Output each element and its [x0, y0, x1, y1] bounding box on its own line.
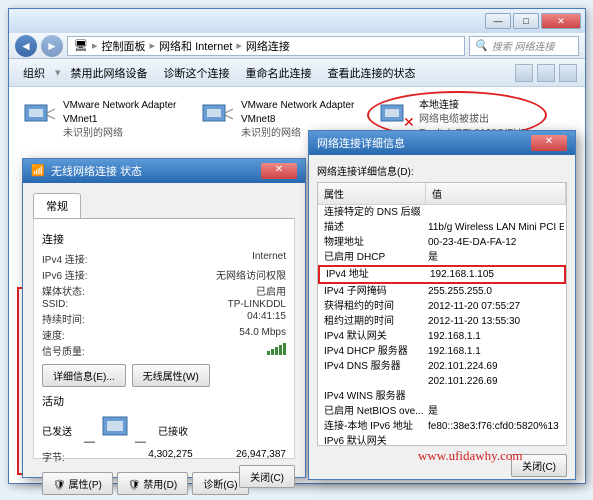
bytes-label: 字节:	[42, 449, 132, 464]
status-row: IPv4 连接:Internet	[42, 251, 286, 266]
wifi-icon: 📶	[31, 164, 45, 178]
detail-row: 已启用 NetBIOS ove...是	[318, 404, 566, 419]
computer-icon: 🖥	[74, 39, 88, 52]
details-button[interactable]: 详细信息(E)...	[42, 364, 126, 387]
connection-section-label: 连接	[42, 231, 286, 247]
search-icon: 🔍	[474, 39, 488, 52]
detail-row: 已启用 DHCP是	[318, 250, 566, 265]
tab-header: 常规	[33, 193, 295, 219]
status-row: IPv6 连接:无网络访问权限	[42, 267, 286, 282]
bytes-sent-value: 4,302,275	[132, 449, 209, 464]
search-input[interactable]: 🔍 搜索 网络连接	[469, 36, 579, 56]
properties-button[interactable]: 🛡 属性(P)	[42, 472, 113, 495]
network-adapter-icon	[199, 99, 235, 131]
maximize-button[interactable]: □	[513, 13, 539, 29]
status-row: 持续时间:04:41:15	[42, 311, 286, 326]
preview-icon[interactable]	[537, 64, 555, 82]
detail-row: IPv4 DNS 服务器202.101.224.69	[318, 359, 566, 374]
main-titlebar: — □ ✕	[9, 9, 585, 33]
detail-row: IPv4 子网掩码255.255.255.0	[318, 284, 566, 299]
close-button[interactable]: ✕	[531, 135, 567, 151]
network-adapter-icon: ✕	[377, 99, 413, 131]
svg-text:✕: ✕	[403, 114, 413, 130]
view-icon[interactable]	[515, 64, 533, 82]
help-icon[interactable]	[559, 64, 577, 82]
close-button[interactable]: ✕	[261, 163, 297, 179]
toolbar-diagnose[interactable]: 诊断这个连接	[158, 63, 236, 83]
activity-icon: ——	[84, 413, 146, 448]
sent-label: 已发送	[42, 423, 72, 438]
detail-row: IPv4 地址192.168.1.105	[318, 265, 566, 284]
activity-section-label: 活动	[42, 393, 286, 409]
disable-button[interactable]: 🛡 禁用(D)	[117, 472, 188, 495]
minimize-button[interactable]: —	[485, 13, 511, 29]
detail-row: IPv4 WINS 服务器	[318, 389, 566, 404]
details-titlebar: 网络连接详细信息 ✕	[309, 131, 575, 155]
breadcrumb-item[interactable]: 网络和 Internet	[159, 38, 232, 54]
detail-row: 连接-本地 IPv6 地址fe80::38e3:f76:cfd0:5820%13	[318, 419, 566, 434]
watermark-text: www.ufidawhy.com	[418, 448, 522, 464]
detail-row: IPv4 默认网关192.168.1.1	[318, 329, 566, 344]
nav-bar: ◄ ► 🖥 ▸ 控制面板 ▸ 网络和 Internet ▸ 网络连接 🔍 搜索 …	[9, 33, 585, 59]
close-button[interactable]: ✕	[541, 13, 581, 29]
toolbar-status[interactable]: 查看此连接的状态	[322, 63, 422, 83]
status-row: 媒体状态:已启用	[42, 283, 286, 298]
wireless-props-button[interactable]: 无线属性(W)	[132, 364, 210, 387]
wireless-status-dialog: 📶 无线网络连接 状态 ✕ 常规 连接 IPv4 连接:InternetIPv6…	[22, 158, 306, 478]
breadcrumb-item[interactable]: 控制面板	[102, 38, 146, 54]
signal-label: 信号质量:	[42, 343, 132, 358]
signal-bars-icon	[267, 343, 286, 355]
breadcrumb[interactable]: 🖥 ▸ 控制面板 ▸ 网络和 Internet ▸ 网络连接	[67, 36, 465, 56]
col-value[interactable]: 值	[426, 183, 566, 204]
received-label: 已接收	[158, 423, 188, 438]
detail-row: 202.101.226.69	[318, 374, 566, 389]
close-button[interactable]: 关闭(C)	[239, 465, 295, 488]
detail-row: 描述11b/g Wireless LAN Mini PCI Ex	[318, 220, 566, 235]
details-label: 网络连接详细信息(D):	[317, 163, 567, 178]
toolbar: 组织 ▾ 禁用此网络设备 诊断这个连接 重命名此连接 查看此连接的状态	[9, 59, 585, 87]
toolbar-disable[interactable]: 禁用此网络设备	[65, 63, 154, 83]
details-grid: 属性 值 连接特定的 DNS 后缀描述11b/g Wireless LAN Mi…	[317, 182, 567, 446]
connection-details-dialog: 网络连接详细信息 ✕ 网络连接详细信息(D): 属性 值 连接特定的 DNS 后…	[308, 130, 576, 480]
toolbar-organize[interactable]: 组织	[17, 63, 51, 83]
status-titlebar: 📶 无线网络连接 状态 ✕	[23, 159, 305, 183]
col-property[interactable]: 属性	[318, 183, 426, 204]
detail-row: 物理地址00-23-4E-DA-FA-12	[318, 235, 566, 250]
detail-row: IPv4 DHCP 服务器192.168.1.1	[318, 344, 566, 359]
breadcrumb-item[interactable]: 网络连接	[246, 38, 290, 54]
detail-row: 连接特定的 DNS 后缀	[318, 205, 566, 220]
network-adapter-icon	[21, 99, 57, 131]
toolbar-rename[interactable]: 重命名此连接	[240, 63, 318, 83]
back-button[interactable]: ◄	[15, 35, 37, 57]
status-row: SSID:TP-LINKDDL	[42, 299, 286, 310]
tab-general[interactable]: 常规	[33, 193, 81, 218]
detail-row: 租约过期的时间2012-11-20 13:55:30	[318, 314, 566, 329]
detail-row: 获得租约的时间2012-11-20 07:55:27	[318, 299, 566, 314]
status-row: 速度:54.0 Mbps	[42, 327, 286, 342]
detail-row: IPv6 默认网关	[318, 434, 566, 446]
bytes-recv-value: 26,947,387	[209, 449, 286, 464]
forward-button[interactable]: ►	[41, 35, 63, 57]
